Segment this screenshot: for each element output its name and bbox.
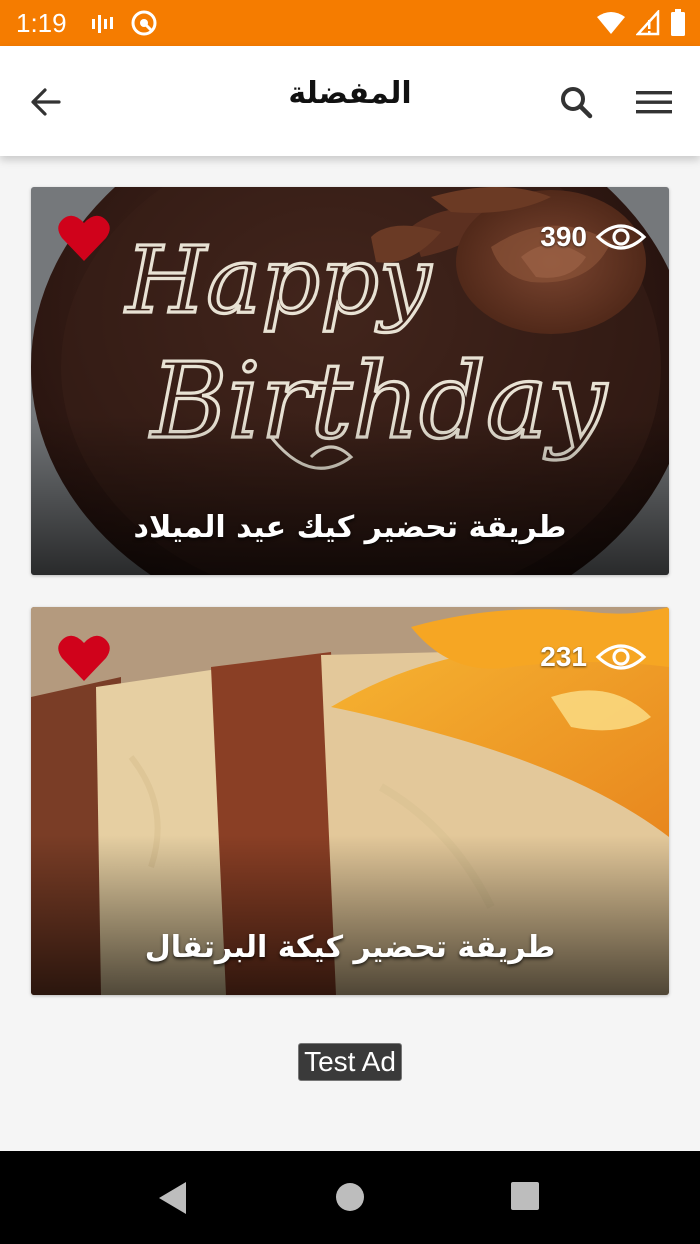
wifi-icon [597,12,625,34]
signal-bars-icon [92,15,113,33]
recipe-title: طريقة تحضير كيكة البرتقال [144,930,556,965]
search-icon [561,87,593,119]
cake-writing-happy: Happy [124,227,432,334]
battery-icon [671,9,685,36]
recipe-card[interactable]: 231 طريقة تحضير كيكة البرتقال [31,607,669,995]
views-count: 231 [540,641,587,672]
status-left-icons [90,9,158,37]
recipe-card[interactable]: Happy Birthday 390 طريقة تحضير كيك عيد ا… [31,187,669,575]
hamburger-menu-icon [636,91,672,114]
system-nav-bar [0,1151,700,1244]
nav-recents-icon[interactable] [510,1181,540,1211]
sync-icon [131,10,157,36]
status-bar: 1:19 [0,0,700,46]
recipe-title: طريقة تحضير كيك عيد الميلاد [133,510,567,545]
status-time: 1:19 [16,8,67,38]
nav-home-icon[interactable] [334,1181,366,1213]
card-gradient-overlay [31,415,669,575]
menu-button[interactable] [630,78,678,126]
views-indicator: 390 [540,221,647,253]
eye-icon [595,224,647,250]
favorite-heart-icon[interactable] [57,213,111,263]
eye-icon [595,644,647,670]
status-right-icons [596,9,686,37]
cell-signal-icon [636,10,660,36]
views-indicator: 231 [540,641,647,673]
app-bar: المفضلة [0,46,700,156]
ad-banner[interactable]: Test Ad [298,1043,402,1081]
back-arrow-icon [31,88,61,116]
views-count: 390 [540,221,587,252]
page-title: المفضلة [288,76,412,111]
favorites-list: Happy Birthday 390 طريقة تحضير كيك عيد ا… [0,156,700,1151]
search-button[interactable] [552,78,600,126]
favorite-heart-icon[interactable] [57,633,111,683]
back-button[interactable] [22,78,70,126]
card-gradient-overlay [31,835,669,995]
nav-back-icon[interactable] [156,1179,190,1217]
